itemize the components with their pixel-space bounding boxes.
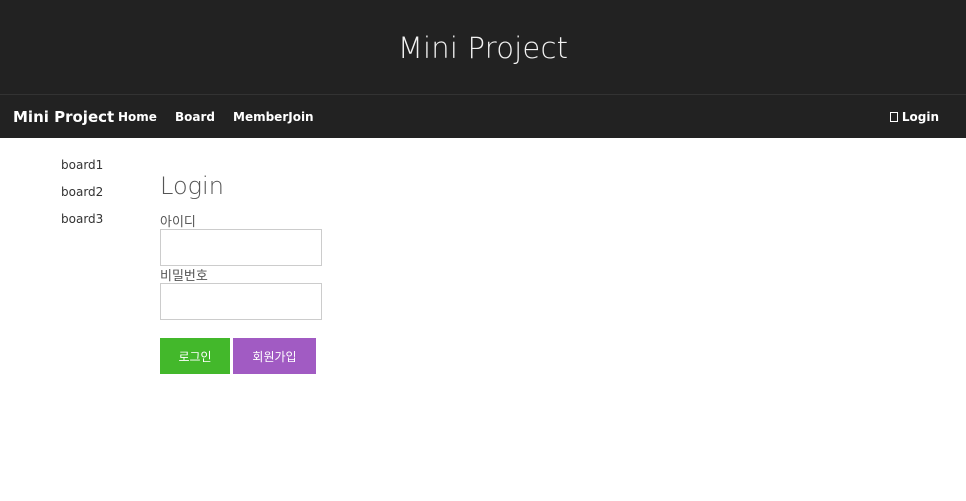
sidebar-item-board1[interactable]: board1 bbox=[61, 156, 103, 183]
nav-board[interactable]: Board bbox=[175, 95, 215, 139]
page-title: Mini Project bbox=[397, 31, 569, 65]
password-input[interactable] bbox=[160, 283, 322, 320]
id-label: 아이디 bbox=[160, 215, 196, 230]
navbar: Mini Project Home Board MemberJoin Login bbox=[0, 94, 966, 138]
id-input[interactable] bbox=[160, 229, 322, 266]
sidebar-item-board3[interactable]: board3 bbox=[61, 210, 103, 237]
nav-login-label: Login bbox=[901, 110, 939, 124]
sidebar: board1 board2 board3 bbox=[61, 156, 103, 237]
join-button[interactable]: 회원가입 bbox=[233, 338, 316, 374]
nav-member-join[interactable]: MemberJoin bbox=[233, 95, 314, 139]
nav-home[interactable]: Home bbox=[118, 95, 157, 139]
navbar-brand[interactable]: Mini Project bbox=[13, 95, 114, 139]
nav-login[interactable]: Login bbox=[889, 95, 939, 139]
page-header: Mini Project bbox=[0, 0, 966, 94]
user-icon bbox=[889, 112, 898, 122]
login-heading: Login bbox=[160, 172, 224, 200]
login-button[interactable]: 로그인 bbox=[160, 338, 230, 374]
sidebar-item-board2[interactable]: board2 bbox=[61, 183, 103, 210]
password-label: 비밀번호 bbox=[160, 269, 208, 284]
